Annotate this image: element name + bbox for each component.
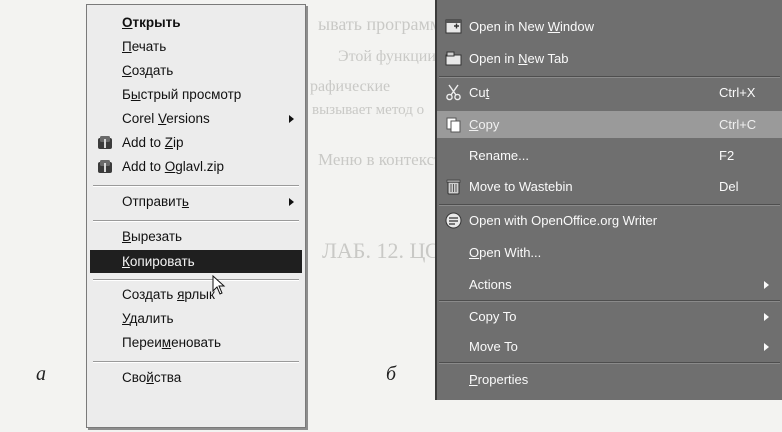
figure-label-b: б bbox=[386, 363, 397, 385]
mnemonic-letter: О bbox=[122, 15, 133, 30]
bg-text-line: ывать программы bbox=[318, 14, 454, 34]
mnemonic-letter: С bbox=[122, 63, 132, 78]
menu-item-label: Properties bbox=[469, 372, 529, 387]
menu-item-copy-to[interactable]: Copy To bbox=[437, 303, 782, 330]
menu-separator bbox=[93, 361, 299, 363]
menu-item-label: Actions bbox=[469, 277, 512, 292]
context-menu-kde: Open in New Window Open in New Tab Cut C… bbox=[435, 0, 782, 400]
bg-text-line: Этой функции bbox=[338, 48, 436, 65]
bg-text-line: вызывает метод о bbox=[312, 102, 425, 118]
menu-separator bbox=[439, 300, 780, 302]
submenu-arrow-icon bbox=[764, 281, 769, 289]
menu-item-open[interactable]: Открыть bbox=[90, 11, 302, 34]
menu-item-label: Rename... bbox=[469, 148, 529, 163]
menu-item-add-to-oglavl-zip[interactable]: Add to Oglavl.zip bbox=[90, 155, 302, 178]
menu-item-label: Open with OpenOffice.org Writer bbox=[469, 213, 658, 228]
figure-label-a: а bbox=[36, 363, 46, 385]
menu-item-label: Add to Zip bbox=[122, 135, 184, 150]
mnemonic-letter: В bbox=[122, 229, 132, 244]
menu-separator bbox=[93, 220, 299, 222]
mnemonic-letter: ы bbox=[130, 87, 141, 102]
menu-item-actions[interactable]: Actions bbox=[437, 271, 782, 298]
menu-item-open-new-window[interactable]: Open in New Window bbox=[437, 13, 782, 40]
menu-item-label: Open in New Tab bbox=[469, 51, 569, 66]
menu-item-create-shortcut[interactable]: Создать ярлык bbox=[90, 283, 302, 306]
mnemonic-letter: й bbox=[146, 370, 154, 385]
shortcut-label: Ctrl+X bbox=[719, 85, 756, 100]
mnemonic-letter: W bbox=[547, 19, 561, 34]
menu-item-delete[interactable]: Удалить bbox=[90, 307, 302, 330]
menu-item-cut[interactable]: Вырезать bbox=[90, 225, 302, 248]
mnemonic-letter: O bbox=[469, 245, 480, 260]
zip-icon bbox=[98, 136, 112, 149]
mnemonic-letter: м bbox=[161, 335, 172, 350]
menu-item-rename[interactable]: Rename... F2 bbox=[437, 142, 782, 169]
menu-item-label: Open in New Window bbox=[469, 19, 595, 34]
menu-item-label: Corel Versions bbox=[122, 111, 210, 126]
mnemonic-letter: O bbox=[164, 159, 176, 174]
scissors-icon bbox=[446, 84, 461, 101]
menu-item-label: Отправить bbox=[122, 194, 189, 209]
mnemonic-letter: C bbox=[469, 117, 479, 132]
menu-item-open-new-tab[interactable]: Open in New Tab bbox=[437, 45, 782, 72]
menu-separator bbox=[439, 362, 780, 364]
menu-item-send-to[interactable]: Отправить bbox=[90, 190, 302, 213]
new-tab-icon bbox=[445, 51, 462, 66]
new-window-icon bbox=[445, 19, 462, 34]
submenu-arrow-icon bbox=[289, 115, 294, 123]
menu-item-label: Move to Wastebin bbox=[469, 179, 573, 194]
menu-item-cut[interactable]: Cut Ctrl+X bbox=[437, 79, 782, 106]
menu-item-corel-versions[interactable]: Corel Versions bbox=[90, 107, 302, 130]
wastebin-icon bbox=[446, 179, 461, 195]
menu-item-create[interactable]: Создать bbox=[90, 59, 302, 82]
submenu-arrow-icon bbox=[764, 313, 769, 321]
menu-item-open-with[interactable]: Open With... bbox=[437, 239, 782, 266]
menu-separator bbox=[439, 76, 780, 78]
menu-item-label: Copy To bbox=[469, 309, 517, 324]
mouse-pointer-icon bbox=[212, 275, 226, 295]
mnemonic-letter: N bbox=[518, 51, 528, 66]
menu-item-properties[interactable]: Properties bbox=[437, 366, 782, 393]
mnemonic-letter: Z bbox=[164, 135, 174, 150]
mnemonic-letter: t bbox=[485, 85, 490, 100]
shortcut-label: Ctrl+C bbox=[719, 117, 757, 132]
copy-icon bbox=[446, 117, 461, 133]
mnemonic-letter: P bbox=[469, 372, 478, 387]
context-menu-windows: Открыть Печать Создать Быстрый просмотр … bbox=[86, 4, 306, 428]
mnemonic-letter: V bbox=[158, 111, 167, 126]
menu-item-print[interactable]: Печать bbox=[90, 35, 302, 58]
shortcut-label: F2 bbox=[719, 148, 735, 163]
mnemonic-letter: П bbox=[122, 39, 132, 54]
mnemonic-letter: я bbox=[177, 287, 185, 302]
menu-item-label: Move To bbox=[469, 339, 518, 354]
menu-item-label: Open With... bbox=[469, 245, 542, 260]
menu-item-move-to-wastebin[interactable]: Move to Wastebin Del bbox=[437, 173, 782, 200]
menu-item-move-to[interactable]: Move To bbox=[437, 333, 782, 360]
menu-item-open-with-writer[interactable]: Open with OpenOffice.org Writer bbox=[437, 207, 782, 234]
menu-item-add-to-zip[interactable]: Add to Zip bbox=[90, 131, 302, 154]
menu-separator bbox=[93, 185, 299, 187]
writer-icon bbox=[445, 212, 462, 229]
mnemonic-letter: ь bbox=[181, 194, 189, 209]
mnemonic-letter: К bbox=[122, 254, 130, 269]
shortcut-label: Del bbox=[719, 179, 739, 194]
menu-item-label: Copy bbox=[469, 117, 500, 132]
menu-item-quick-view[interactable]: Быстрый просмотр bbox=[90, 83, 302, 106]
menu-item-label: Cut bbox=[469, 85, 490, 100]
menu-separator bbox=[439, 204, 780, 206]
zip-icon bbox=[98, 160, 112, 173]
submenu-arrow-icon bbox=[289, 198, 294, 206]
menu-item-properties[interactable]: Свойства bbox=[90, 366, 302, 389]
menu-separator bbox=[93, 279, 299, 281]
menu-item-copy[interactable]: Копировать bbox=[90, 250, 302, 273]
bg-text-line: Меню в контексте bbox=[318, 150, 450, 169]
submenu-arrow-icon bbox=[764, 343, 769, 351]
bg-text-line: рафические bbox=[310, 78, 391, 95]
menu-item-label: Add to Oglavl.zip bbox=[122, 159, 225, 174]
menu-item-copy[interactable]: Copy Ctrl+C bbox=[437, 111, 782, 138]
mnemonic-letter: У bbox=[122, 311, 130, 326]
menu-item-rename[interactable]: Переименовать bbox=[90, 331, 302, 354]
